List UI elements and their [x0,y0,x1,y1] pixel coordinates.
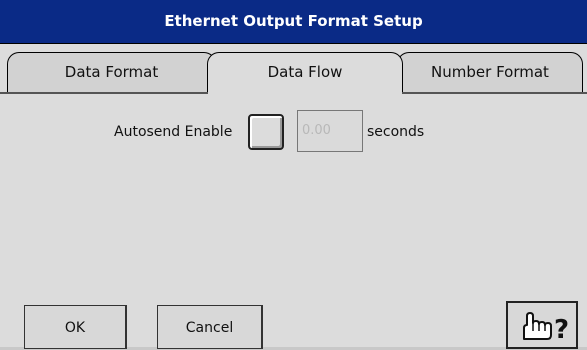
autosend-enable-checkbox[interactable] [248,114,284,150]
tab-content-data-flow: Autosend Enable 0.00 seconds OK Cancel ? [0,94,587,349]
autosend-enable-label: Autosend Enable [114,124,233,140]
ok-button[interactable]: OK [24,305,127,349]
tab-bar: Data Format Number Format Data Flow [0,44,587,94]
svg-text:?: ? [554,315,569,343]
tab-data-flow[interactable]: Data Flow [207,52,403,92]
setup-window: Ethernet Output Format Setup Data Format… [0,0,587,349]
tab-number-format[interactable]: Number Format [397,52,583,92]
tab-data-format[interactable]: Data Format [7,52,216,92]
cancel-button[interactable]: Cancel [157,305,263,349]
help-button[interactable]: ? [506,301,578,349]
hand-question-icon: ? [523,312,569,343]
window-title: Ethernet Output Format Setup [164,12,423,30]
autosend-interval-field[interactable]: 0.00 [297,110,363,152]
seconds-label: seconds [367,124,425,140]
title-bar: Ethernet Output Format Setup [0,0,587,44]
